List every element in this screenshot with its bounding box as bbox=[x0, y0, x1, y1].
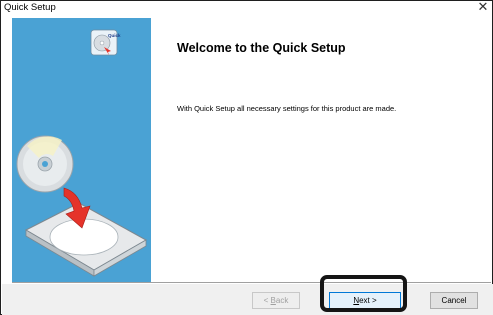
welcome-description: With Quick Setup all necessary settings … bbox=[177, 104, 397, 113]
back-button[interactable]: < Back bbox=[252, 292, 300, 309]
welcome-content: Welcome to the Quick Setup With Quick Se… bbox=[151, 18, 491, 282]
title-bar: Quick Setup ✕ bbox=[1, 0, 492, 15]
setup-illustration: Quick bbox=[16, 29, 148, 277]
cancel-button[interactable]: Cancel bbox=[430, 292, 478, 309]
next-button-highlight bbox=[320, 275, 407, 312]
back-button-prefix: < bbox=[263, 296, 271, 305]
back-button-rest: ack bbox=[275, 296, 289, 305]
quick-setup-window: Quick Setup ✕ Quick Welcome to the Quick… bbox=[0, 0, 493, 315]
close-icon[interactable]: ✕ bbox=[477, 0, 489, 14]
quick-badge-label: Quick bbox=[108, 33, 121, 38]
window-title: Quick Setup bbox=[4, 2, 56, 13]
quick-setup-cd-icon: Quick bbox=[90, 29, 121, 56]
button-bar: < Back Next > Cancel bbox=[2, 284, 493, 315]
cd-disc-icon bbox=[16, 135, 74, 193]
setup-side-panel: Quick bbox=[12, 18, 151, 282]
welcome-heading: Welcome to the Quick Setup bbox=[177, 41, 346, 55]
